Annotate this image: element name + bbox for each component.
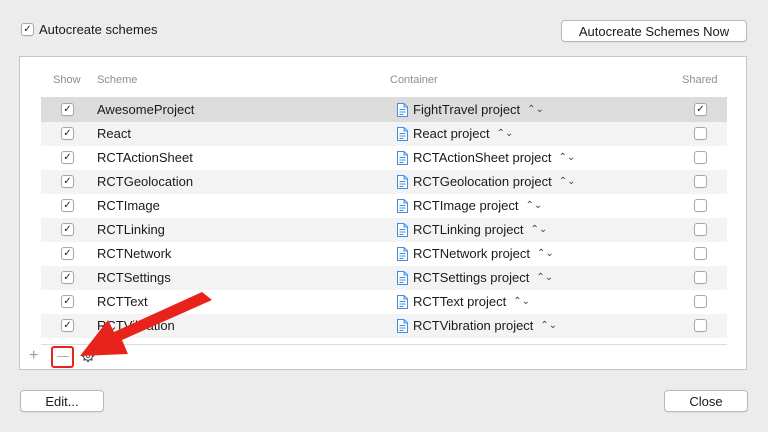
edit-button[interactable]: Edit...: [20, 390, 104, 412]
annotation-arrow: [80, 292, 212, 356]
close-button[interactable]: Close: [664, 390, 748, 412]
